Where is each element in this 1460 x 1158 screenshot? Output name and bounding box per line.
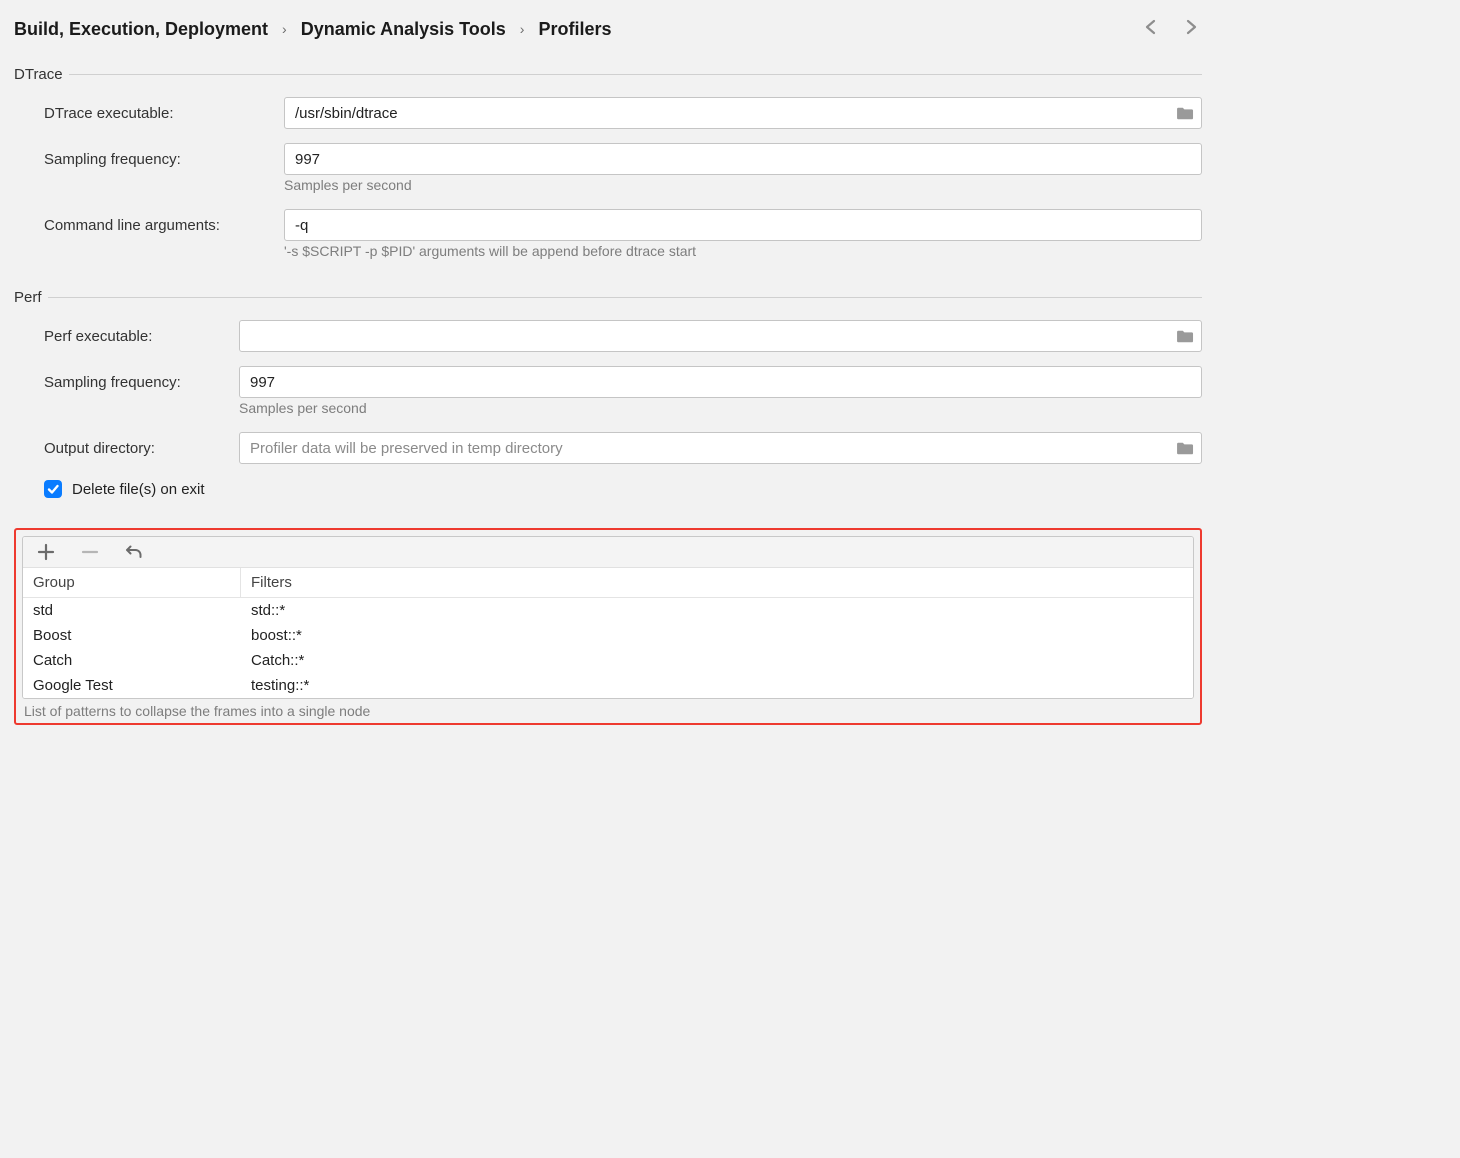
cell-group: Catch: [23, 648, 241, 673]
dtrace-executable-input[interactable]: [284, 97, 1202, 129]
cell-group: Google Test: [23, 673, 241, 698]
breadcrumb-item-dynamic-analysis[interactable]: Dynamic Analysis Tools: [301, 19, 506, 40]
breadcrumb-sep-icon: ›: [282, 21, 287, 37]
collapse-patterns-panel: Group Filters std std::* Boost boost::* …: [14, 528, 1202, 725]
column-header-filters[interactable]: Filters: [241, 568, 1193, 597]
add-button[interactable]: [37, 543, 55, 561]
perf-output-input[interactable]: [239, 432, 1202, 464]
cell-filters: testing::*: [241, 673, 1193, 698]
perf-sampling-label: Sampling frequency:: [44, 374, 239, 391]
reset-button[interactable]: [125, 543, 143, 561]
cell-group: Boost: [23, 623, 241, 648]
perf-executable-input[interactable]: [239, 320, 1202, 352]
breadcrumb: Build, Execution, Deployment › Dynamic A…: [14, 19, 611, 40]
perf-executable-label: Perf executable:: [44, 328, 239, 345]
cell-filters: Catch::*: [241, 648, 1193, 673]
dtrace-sampling-input[interactable]: [284, 143, 1202, 175]
folder-icon[interactable]: [1176, 441, 1194, 456]
perf-sampling-input[interactable]: [239, 366, 1202, 398]
nav-back-button[interactable]: [1140, 16, 1162, 42]
table-row[interactable]: Catch Catch::*: [23, 648, 1193, 673]
delete-files-checkbox[interactable]: [44, 480, 62, 498]
remove-button[interactable]: [81, 543, 99, 561]
divider: [48, 297, 1202, 298]
dtrace-executable-label: DTrace executable:: [44, 105, 284, 122]
patterns-table-body: std std::* Boost boost::* Catch Catch::*…: [23, 598, 1193, 698]
breadcrumb-item-build[interactable]: Build, Execution, Deployment: [14, 19, 268, 40]
column-header-group[interactable]: Group: [23, 568, 241, 597]
table-row[interactable]: Boost boost::*: [23, 623, 1193, 648]
dtrace-sampling-label: Sampling frequency:: [44, 151, 284, 168]
perf-output-label: Output directory:: [44, 440, 239, 457]
section-heading-perf: Perf: [14, 289, 42, 306]
dtrace-args-hint: '-s $SCRIPT -p $PID' arguments will be a…: [284, 243, 1202, 259]
dtrace-sampling-hint: Samples per second: [284, 177, 1202, 193]
divider: [69, 74, 1202, 75]
perf-sampling-hint: Samples per second: [239, 400, 1202, 416]
breadcrumb-item-profilers[interactable]: Profilers: [538, 19, 611, 40]
dtrace-args-label: Command line arguments:: [44, 217, 284, 234]
breadcrumb-sep-icon: ›: [520, 21, 525, 37]
table-row[interactable]: Google Test testing::*: [23, 673, 1193, 698]
dtrace-args-input[interactable]: [284, 209, 1202, 241]
table-row[interactable]: std std::*: [23, 598, 1193, 623]
cell-group: std: [23, 598, 241, 623]
cell-filters: std::*: [241, 598, 1193, 623]
cell-filters: boost::*: [241, 623, 1193, 648]
delete-files-label: Delete file(s) on exit: [72, 481, 205, 498]
patterns-caption: List of patterns to collapse the frames …: [22, 699, 1194, 721]
section-heading-dtrace: DTrace: [14, 66, 63, 83]
folder-icon[interactable]: [1176, 329, 1194, 344]
folder-icon[interactable]: [1176, 106, 1194, 121]
nav-forward-button[interactable]: [1180, 16, 1202, 42]
